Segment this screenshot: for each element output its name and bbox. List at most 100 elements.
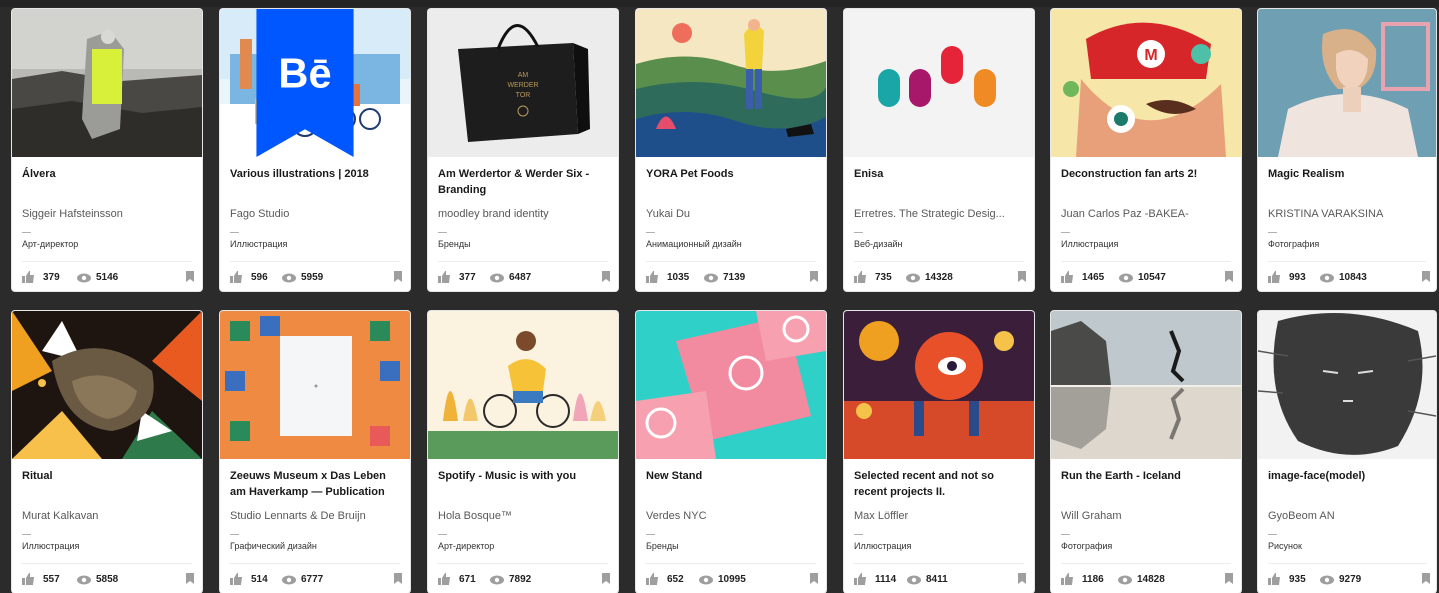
project-thumbnail[interactable] [12, 311, 202, 459]
project-card[interactable]: Álvera Siggeir Hafsteinsson Арт-директор… [12, 9, 202, 291]
project-owner[interactable]: Erretres. The Strategic Desig... [854, 208, 1028, 220]
views-count: 8411 [926, 574, 948, 585]
project-owner[interactable]: Murat Kalkavan [22, 510, 196, 522]
creative-field[interactable]: Фотография [1268, 239, 1319, 249]
bookmark-icon[interactable] [602, 271, 610, 282]
project-thumbnail[interactable] [1258, 9, 1436, 157]
divider [646, 261, 816, 262]
creative-field[interactable]: Иллюстрация [1061, 239, 1118, 249]
project-thumbnail[interactable]: AM WERDER TOR [428, 9, 618, 157]
project-thumbnail[interactable] [844, 9, 1034, 157]
project-card[interactable]: M Deconstruction fan arts 2! Juan Carlos… [1051, 9, 1241, 291]
divider [438, 261, 608, 262]
creative-field[interactable]: Иллюстрация [22, 541, 79, 551]
bookmark-icon[interactable] [394, 573, 402, 584]
bookmark-icon[interactable] [1225, 573, 1233, 584]
project-card[interactable]: Ritual Murat Kalkavan Иллюстрация 557 58… [12, 311, 202, 593]
creative-field[interactable]: Арт-директор [22, 239, 78, 249]
project-owner[interactable]: Max Löffler [854, 510, 1028, 522]
project-title[interactable]: YORA Pet Foods [646, 166, 818, 182]
project-thumbnail[interactable] [1051, 311, 1241, 459]
bookmark-icon[interactable] [810, 271, 818, 282]
creative-field[interactable]: Веб-дизайн [854, 239, 902, 249]
bookmark-icon[interactable] [394, 271, 402, 282]
project-owner[interactable]: Fago Studio [230, 208, 404, 220]
project-title[interactable]: Zeeuws Museum x Das Leben am Haverkamp —… [230, 468, 402, 500]
divider [854, 563, 1024, 564]
bookmark-icon[interactable] [1225, 271, 1233, 282]
thumbs-up-icon [438, 271, 450, 283]
creative-field[interactable]: Фотография [1061, 541, 1112, 551]
project-title[interactable]: Selected recent and not so recent projec… [854, 468, 1026, 500]
project-thumbnail[interactable] [636, 311, 826, 459]
bookmark-icon[interactable] [1018, 271, 1026, 282]
bookmark-icon[interactable] [186, 573, 194, 584]
project-title[interactable]: Deconstruction fan arts 2! [1061, 166, 1233, 182]
bookmark-icon[interactable] [1422, 573, 1430, 584]
bookmark-icon[interactable] [810, 573, 818, 584]
project-thumbnail[interactable] [12, 9, 202, 157]
creative-field[interactable]: Рисунок [1268, 541, 1302, 551]
project-card[interactable]: Enisa Erretres. The Strategic Desig... В… [844, 9, 1034, 291]
creative-field[interactable]: Иллюстрация [854, 541, 911, 551]
project-owner[interactable]: Yukai Du [646, 208, 820, 220]
project-title[interactable]: Am Werdertor & Werder Six - Branding [438, 166, 610, 198]
project-card[interactable]: New Stand Verdes NYC Бренды 652 10995 [636, 311, 826, 593]
project-title[interactable]: Ritual [22, 468, 194, 484]
project-owner[interactable]: Will Graham [1061, 510, 1235, 522]
divider [1061, 261, 1231, 262]
project-card[interactable]: Bē Various illustrations | 2018 Fago Stu… [220, 9, 410, 291]
creative-field[interactable]: Арт-директор [438, 541, 494, 551]
project-owner[interactable]: moodley brand identity [438, 208, 612, 220]
divider [230, 534, 239, 535]
project-thumbnail[interactable] [220, 311, 410, 459]
project-card[interactable]: YORA Pet Foods Yukai Du Анимационный диз… [636, 9, 826, 291]
eye-icon [906, 273, 920, 283]
project-card[interactable]: AM WERDER TOR Am Werdertor & Werder Six … [428, 9, 618, 291]
eye-icon [282, 575, 296, 585]
project-owner[interactable]: Verdes NYC [646, 510, 820, 522]
project-title[interactable]: New Stand [646, 468, 818, 484]
project-thumbnail[interactable] [636, 9, 826, 157]
divider [1268, 563, 1426, 564]
creative-field[interactable]: Бренды [438, 239, 471, 249]
project-owner[interactable]: Juan Carlos Paz -BAKEA- [1061, 208, 1235, 220]
project-card[interactable]: Run the Earth - Iceland Will Graham Фото… [1051, 311, 1241, 593]
bookmark-icon[interactable] [602, 573, 610, 584]
project-card[interactable]: Zeeuws Museum x Das Leben am Haverkamp —… [220, 311, 410, 593]
project-title[interactable]: Enisa [854, 166, 1026, 182]
bookmark-icon[interactable] [1018, 573, 1026, 584]
project-owner[interactable]: Siggeir Hafsteinsson [22, 208, 196, 220]
project-card[interactable]: Selected recent and not so recent projec… [844, 311, 1034, 593]
project-thumbnail[interactable] [428, 311, 618, 459]
creative-field[interactable]: Анимационный дизайн [646, 239, 742, 249]
project-owner[interactable]: KRISTINA VARAKSINA [1268, 208, 1436, 220]
creative-field[interactable]: Бренды [646, 541, 679, 551]
creative-field[interactable]: Иллюстрация [230, 239, 287, 249]
divider [438, 232, 447, 233]
bookmark-icon[interactable] [1422, 271, 1430, 282]
thumbs-up-icon [1268, 271, 1280, 283]
project-title[interactable]: image-face(model) [1268, 468, 1436, 484]
project-owner[interactable]: Hola Bosque™ [438, 510, 612, 522]
project-title[interactable]: Run the Earth - Iceland [1061, 468, 1233, 484]
project-owner[interactable]: GyoBeom AN [1268, 510, 1436, 522]
creative-field[interactable]: Графический дизайн [230, 541, 317, 551]
project-title[interactable]: Magic Realism [1268, 166, 1436, 182]
project-thumbnail[interactable]: M [1051, 9, 1241, 157]
project-thumbnail[interactable] [844, 311, 1034, 459]
project-thumbnail[interactable]: Bē [220, 9, 410, 157]
svg-text:AM: AM [518, 72, 529, 79]
project-title[interactable]: Various illustrations | 2018 [230, 166, 402, 182]
project-title[interactable]: Álvera [22, 166, 194, 182]
project-thumbnail[interactable] [1258, 311, 1436, 459]
project-card[interactable]: Magic Realism KRISTINA VARAKSINA Фотогра… [1258, 9, 1436, 291]
project-card[interactable]: image-face(model) GyoBeom AN Рисунок 935… [1258, 311, 1436, 593]
project-owner[interactable]: Studio Lennarts & De Bruijn [230, 510, 404, 522]
project-title[interactable]: Spotify - Music is with you [438, 468, 610, 484]
appreciations-count: 557 [43, 574, 60, 585]
bookmark-icon[interactable] [186, 271, 194, 282]
eye-icon [907, 575, 921, 585]
divider [22, 232, 31, 233]
project-card[interactable]: Spotify - Music is with you Hola Bosque™… [428, 311, 618, 593]
